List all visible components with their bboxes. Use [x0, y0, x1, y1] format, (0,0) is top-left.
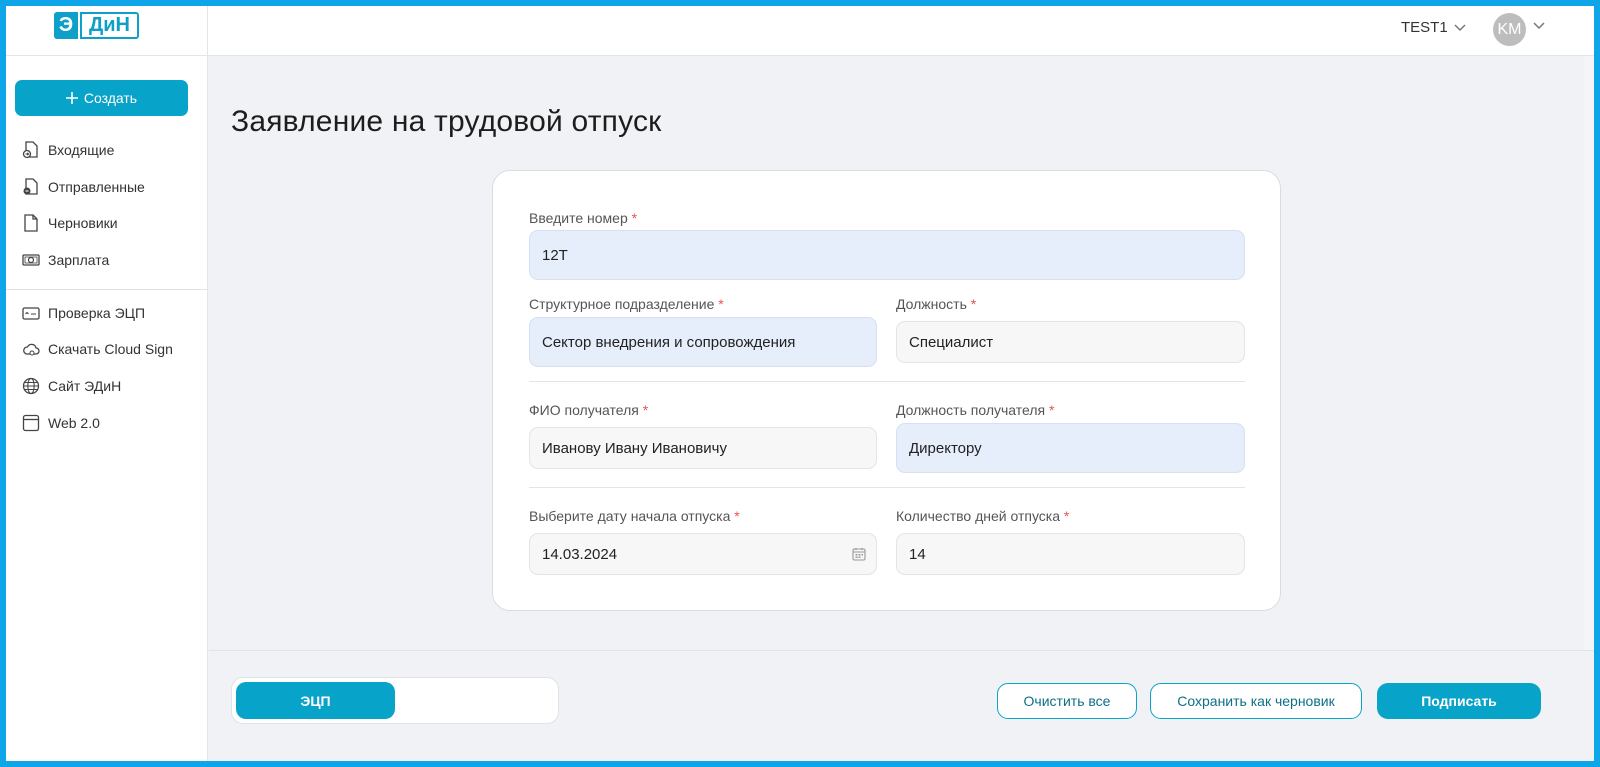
position-input[interactable]: Специалист	[896, 321, 1245, 363]
sidebar-item-label: Зарплата	[48, 252, 110, 268]
signature-check-icon	[22, 307, 40, 320]
chevron-down-icon[interactable]	[1533, 22, 1545, 30]
plus-icon	[65, 92, 78, 104]
signature-toggle[interactable]: ЭЦП	[231, 677, 559, 724]
sidebar-item-label: Черновики	[48, 215, 118, 231]
form-card: Введите номер * 12T Структурное подразде…	[492, 170, 1281, 611]
clear-all-button[interactable]: Очистить все	[997, 683, 1137, 719]
globe-icon	[22, 377, 40, 395]
form-divider	[529, 487, 1245, 488]
window-icon	[22, 414, 40, 432]
logo-area: Э ДиН	[6, 6, 208, 56]
logo-text: ДиН	[80, 12, 139, 39]
start-date-value: 14.03.2024	[542, 545, 618, 563]
sign-button[interactable]: Подписать	[1377, 683, 1541, 719]
inbox-doc-icon	[22, 141, 38, 159]
recipient-name-input[interactable]: Иванову Ивану Ивановичу	[529, 427, 877, 469]
scrollbar[interactable]	[1584, 56, 1594, 650]
logo-letter: Э	[54, 12, 78, 39]
department-label: Структурное подразделение *	[529, 296, 724, 312]
sidebar-item-label: Входящие	[48, 142, 115, 158]
sidebar-item-label: Проверка ЭЦП	[48, 305, 146, 321]
sidebar-item-salary[interactable]: Зарплата	[22, 248, 109, 272]
sidebar-item-site[interactable]: Сайт ЭДиН	[22, 374, 121, 398]
number-value: 12T	[542, 246, 568, 264]
avatar[interactable]: KM	[1493, 13, 1526, 46]
sidebar-item-sent[interactable]: Отправленные	[22, 175, 145, 199]
sidebar-item-drafts[interactable]: Черновики	[22, 211, 118, 235]
sidebar-divider	[6, 289, 208, 290]
start-date-input[interactable]: 14.03.2024	[529, 533, 877, 575]
sent-doc-icon	[23, 178, 38, 195]
number-input[interactable]: 12T	[529, 230, 1245, 280]
number-label: Введите номер *	[529, 210, 638, 226]
page-title: Заявление на трудовой отпуск	[231, 105, 662, 138]
sidebar-item-signature-check[interactable]: Проверка ЭЦП	[22, 301, 145, 325]
create-button[interactable]: Создать	[15, 80, 188, 116]
days-label: Количество дней отпуска *	[896, 508, 1070, 524]
edin-logo[interactable]: Э ДиН	[54, 12, 139, 39]
org-name: TEST1	[1401, 19, 1448, 36]
recipient-position-label: Должность получателя *	[896, 402, 1055, 418]
recipient-position-value: Директору	[909, 439, 982, 457]
sidebar: Создать Входящие Отправленные Черновики …	[6, 56, 208, 761]
ecp-toggle-option[interactable]: ЭЦП	[236, 682, 395, 719]
chevron-down-icon	[1454, 23, 1466, 31]
sidebar-item-label: Сайт ЭДиН	[48, 378, 122, 394]
start-date-label: Выберите дату начала отпуска *	[529, 508, 740, 524]
recipient-position-input[interactable]: Директору	[896, 423, 1245, 473]
money-icon	[22, 254, 40, 266]
app-window: Э ДиН TEST1 KM Создать Входящие Отправле…	[6, 6, 1594, 761]
sidebar-item-label: Отправленные	[48, 179, 145, 195]
cloud-icon	[23, 343, 40, 356]
department-value: Сектор внедрения и сопровождения	[542, 333, 796, 351]
department-input[interactable]: Сектор внедрения и сопровождения	[529, 317, 877, 367]
draft-doc-icon	[24, 214, 38, 232]
top-bar: Э ДиН TEST1 KM	[6, 6, 1594, 56]
recipient-name-value: Иванову Ивану Ивановичу	[542, 439, 727, 457]
save-draft-button[interactable]: Сохранить как черновик	[1150, 683, 1362, 719]
org-selector[interactable]: TEST1	[1401, 19, 1466, 36]
sidebar-item-label: Скачать Cloud Sign	[48, 341, 173, 357]
form-divider	[529, 381, 1245, 382]
recipient-name-label: ФИО получателя *	[529, 402, 649, 418]
create-button-label: Создать	[83, 90, 138, 106]
sidebar-item-cloud-sign[interactable]: Скачать Cloud Sign	[22, 337, 173, 361]
sidebar-item-label: Web 2.0	[48, 415, 100, 431]
calendar-icon[interactable]	[852, 547, 866, 561]
sidebar-item-inbox[interactable]: Входящие	[22, 138, 114, 162]
sidebar-item-web2[interactable]: Web 2.0	[22, 411, 100, 435]
days-value: 14	[909, 545, 926, 563]
position-value: Специалист	[909, 333, 994, 351]
position-label: Должность *	[896, 296, 977, 312]
days-input[interactable]: 14	[896, 533, 1245, 575]
